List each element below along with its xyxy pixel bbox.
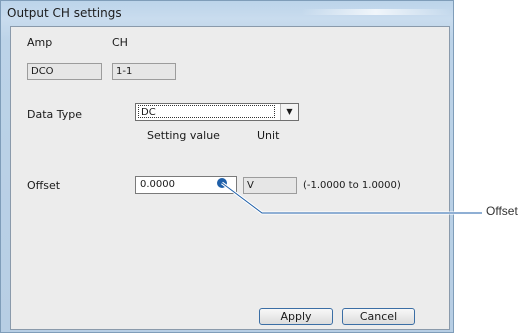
- callout-line-halo: [221, 181, 482, 215]
- callout-overlay: [217, 178, 482, 215]
- callout-label: Offset: [486, 204, 518, 218]
- callout-line: [221, 182, 482, 214]
